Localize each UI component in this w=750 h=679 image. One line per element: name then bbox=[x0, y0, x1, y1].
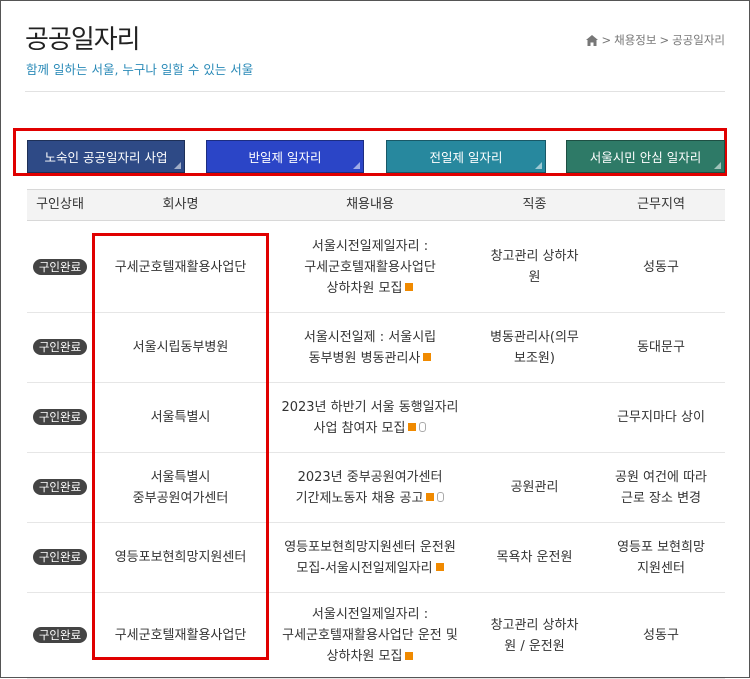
content-text[interactable]: 서울시전일제일자리 : bbox=[312, 239, 428, 254]
cell-status: 구인완료 bbox=[27, 313, 93, 382]
cell-status: 구인완료 bbox=[27, 523, 93, 592]
tab-homeless-public-jobs[interactable]: 노숙인 공공일자리 사업 bbox=[27, 140, 185, 173]
column-header-company: 회사명 bbox=[162, 197, 199, 212]
cell-content[interactable]: 서울시전일제 : 서울시립동부병원 병동관리사 bbox=[268, 313, 472, 382]
cell-content[interactable]: 영등포보현희망지원센터 운전원모집-서울시전일제일자리 bbox=[268, 523, 472, 592]
cell-job: 공원관리 bbox=[472, 453, 597, 522]
content-text[interactable]: 사업 참여자 모집 bbox=[313, 421, 405, 436]
tab-half-day-jobs[interactable]: 반일제 일자리 bbox=[206, 140, 364, 173]
cell-area: 동대문구 bbox=[597, 313, 725, 382]
new-icon bbox=[405, 651, 414, 660]
column-header-status: 구인상태 bbox=[36, 197, 84, 212]
content-text[interactable]: 서울시전일제일자리 : bbox=[312, 607, 428, 622]
content-text[interactable]: 상하차원 모집 bbox=[327, 281, 403, 296]
job-text: 원 / 운전원 bbox=[504, 638, 565, 654]
cell-job bbox=[472, 383, 597, 452]
status-badge: 구인완료 bbox=[32, 409, 88, 425]
new-icon bbox=[435, 563, 444, 571]
corner-decoration bbox=[535, 162, 542, 169]
content-text[interactable]: 2023년 하반기 서울 동행일자리 bbox=[281, 400, 458, 415]
cell-status: 구인완료 bbox=[27, 593, 93, 678]
cell-content[interactable]: 서울시전일제일자리 : 구세군호텔재활용사업단상하차원 모집 bbox=[268, 222, 472, 312]
area-text: 성동구 bbox=[643, 259, 679, 275]
job-text: 병동관리사(의무 bbox=[490, 329, 579, 345]
job-text: 창고관리 상하차 bbox=[490, 249, 579, 264]
content-text[interactable]: 서울시전일제 : 서울시립 bbox=[304, 330, 436, 345]
status-badge: 구인완료 bbox=[32, 479, 88, 495]
cell-status: 구인완료 bbox=[27, 383, 93, 452]
page-subtitle: 함께 일하는 서울, 누구나 일할 수 있는 서울 bbox=[26, 62, 254, 77]
breadcrumb-item-current: 공공일자리 bbox=[672, 33, 725, 47]
tab-label: 서울시민 안심 일자리 bbox=[589, 150, 702, 165]
cell-content[interactable]: 2023년 하반기 서울 동행일자리사업 참여자 모집 bbox=[268, 383, 472, 452]
breadcrumb-item-jobs[interactable]: 채용정보 bbox=[614, 32, 656, 48]
content-text[interactable]: 구세군호텔재활용사업단 bbox=[304, 260, 436, 275]
breadcrumb: > 채용정보 > 공공일자리 bbox=[586, 32, 725, 48]
cell-status: 구인완료 bbox=[27, 222, 93, 312]
area-text: 영등포 보현희망 bbox=[617, 539, 705, 555]
cell-area: 공원 여건에 따라근로 장소 변경 bbox=[597, 453, 725, 522]
job-text: 보조원) bbox=[514, 350, 555, 366]
area-text: 동대문구 bbox=[637, 340, 685, 355]
content-text[interactable]: 구세군호텔재활용사업단 운전 및 bbox=[282, 628, 458, 643]
tab-label: 전일제 일자리 bbox=[429, 150, 503, 165]
status-badge: 구인완료 bbox=[32, 258, 88, 275]
breadcrumb-separator: > bbox=[659, 33, 670, 47]
cell-area: 영등포 보현희망지원센터 bbox=[597, 523, 725, 592]
home-icon[interactable] bbox=[586, 34, 599, 46]
cell-area: 성동구 bbox=[597, 222, 725, 312]
area-text: 공원 여건에 따라 bbox=[615, 469, 707, 485]
cell-status: 구인완료 bbox=[27, 453, 93, 522]
corner-decoration bbox=[714, 162, 721, 169]
cell-area: 근무지마다 상이 bbox=[597, 383, 725, 452]
cell-content[interactable]: 2023년 중부공원여가센터기간제노동자 채용 공고 bbox=[268, 453, 472, 522]
content-text[interactable]: 영등포보현희망지원센터 운전원 bbox=[284, 540, 456, 555]
area-text: 근무지마다 상이 bbox=[617, 410, 705, 425]
tab-label: 노숙인 공공일자리 사업 bbox=[44, 150, 168, 165]
new-icon bbox=[408, 423, 417, 431]
content-text[interactable]: 기간제노동자 채용 공고 bbox=[296, 491, 424, 506]
job-text: 공원관리 bbox=[510, 480, 559, 495]
cell-job: 창고관리 상하차원 / 운전원 bbox=[472, 593, 597, 678]
area-text: 지원센터 bbox=[637, 560, 685, 576]
tab-citizen-safe-jobs[interactable]: 서울시민 안심 일자리 bbox=[566, 140, 725, 173]
cell-content[interactable]: 서울시전일제일자리 : 구세군호텔재활용사업단 운전 및상하차원 모집 bbox=[268, 593, 472, 678]
table-header: 구인상태 회사명 채용내용 직종 근무지역 bbox=[27, 189, 725, 221]
job-text: 목욕차 운전원 bbox=[496, 550, 573, 565]
column-header-job: 직종 bbox=[522, 197, 547, 212]
job-text: 창고관리 상하차 bbox=[490, 617, 579, 633]
new-icon bbox=[405, 283, 414, 291]
tab-label: 반일제 일자리 bbox=[248, 150, 322, 165]
content-text[interactable]: 모집-서울시전일제일자리 bbox=[296, 561, 432, 576]
tab-full-time-jobs[interactable]: 전일제 일자리 bbox=[386, 140, 546, 173]
attachment-icon bbox=[437, 492, 445, 502]
cell-area: 성동구 bbox=[597, 593, 725, 678]
cell-job: 창고관리 상하차원 bbox=[472, 222, 597, 312]
content-text[interactable]: 상하차원 모집 bbox=[327, 649, 403, 664]
attachment-icon bbox=[419, 422, 427, 432]
area-text: 근로 장소 변경 bbox=[620, 490, 702, 506]
new-icon bbox=[426, 493, 435, 501]
company-column-highlight-box bbox=[92, 233, 269, 660]
breadcrumb-separator: > bbox=[601, 33, 612, 47]
area-text: 성동구 bbox=[643, 628, 679, 643]
column-header-content: 채용내용 bbox=[346, 197, 394, 212]
job-text: 원 bbox=[528, 270, 541, 285]
page-title: 공공일자리 bbox=[25, 25, 141, 55]
cell-job: 병동관리사(의무보조원) bbox=[472, 313, 597, 382]
content-text[interactable]: 동부병원 병동관리사 bbox=[309, 351, 421, 366]
header-divider bbox=[25, 91, 725, 92]
content-text[interactable]: 2023년 중부공원여가센터 bbox=[298, 470, 443, 485]
status-badge: 구인완료 bbox=[32, 627, 88, 643]
corner-decoration bbox=[174, 162, 181, 169]
corner-decoration bbox=[353, 162, 360, 169]
status-badge: 구인완료 bbox=[32, 339, 88, 355]
status-badge: 구인완료 bbox=[32, 549, 88, 565]
column-header-area: 근무지역 bbox=[637, 197, 685, 212]
new-icon bbox=[423, 353, 432, 361]
cell-job: 목욕차 운전원 bbox=[472, 523, 597, 592]
